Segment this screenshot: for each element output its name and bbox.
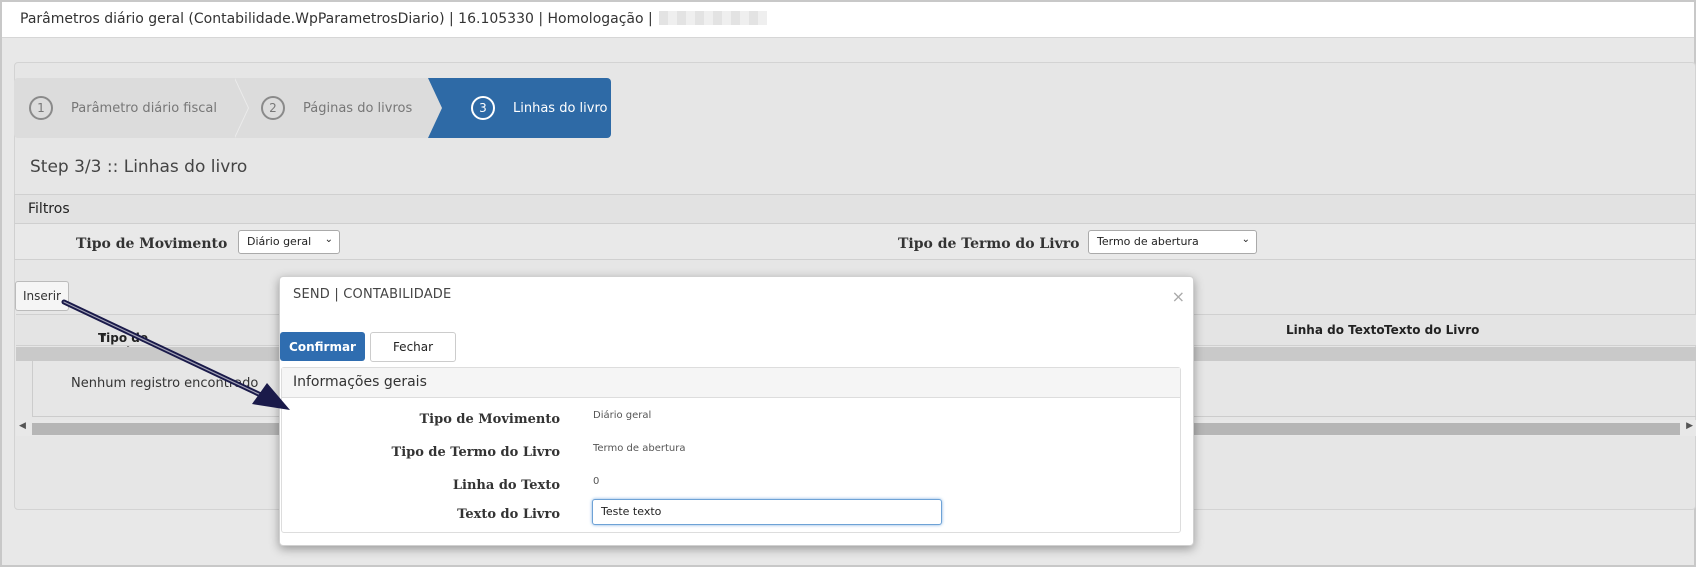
field-linha-texto-value: 0	[593, 476, 600, 487]
filter-tipo-termo-value: Termo de abertura	[1097, 235, 1199, 248]
step-title: Step 3/3 :: Linhas do livro	[30, 157, 248, 177]
filter-tipo-movimento-label: Tipo de Movimento	[76, 236, 228, 252]
field-tipo-movimento-value: Diário geral	[593, 410, 652, 421]
step-separator	[428, 78, 442, 138]
field-texto-livro-label: Texto do Livro	[457, 507, 560, 522]
step-number-1: 1	[29, 96, 53, 120]
field-tipo-termo-value: Termo de abertura	[593, 443, 686, 454]
step-separator	[234, 78, 248, 138]
filter-tipo-movimento-value: Diário geral	[247, 235, 312, 248]
step-number-3: 3	[471, 96, 495, 120]
field-tipo-movimento-label: Tipo de Movimento	[419, 412, 561, 427]
wizard-step-2[interactable]: 2 Páginas do livros	[234, 78, 444, 138]
field-linha-texto-label: Linha do Texto	[452, 478, 560, 493]
window-title: Parâmetros diário geral (Contabilidade.W…	[20, 11, 653, 27]
filter-tipo-termo-label: Tipo de Termo do Livro	[898, 236, 1080, 252]
filter-tipo-termo-select[interactable]: Termo de abertura ⌄	[1088, 230, 1257, 254]
step-label-3: Linhas do livro	[513, 100, 608, 116]
dialog: SEND | CONTABILIDADE × Confirmar Fechar …	[279, 276, 1194, 546]
close-button[interactable]: Fechar	[370, 332, 456, 362]
section-heading: Informações gerais	[282, 368, 1180, 398]
column-header-texto-livro[interactable]: Texto do Livro	[1384, 323, 1479, 337]
window-title-bar: Parâmetros diário geral (Contabilidade.W…	[2, 2, 1694, 38]
wizard-step-1[interactable]: 1 Parâmetro diário fiscal	[14, 78, 234, 138]
scroll-left-icon[interactable]: ◀	[19, 421, 26, 431]
wizard-step-3-active[interactable]: 3 Linhas do livro	[428, 78, 611, 138]
step-number-2: 2	[261, 96, 285, 120]
chevron-down-icon: ⌄	[324, 234, 333, 245]
step-label-2: Páginas do livros	[303, 100, 413, 116]
filter-tipo-movimento-select[interactable]: Diário geral ⌄	[238, 230, 340, 254]
step-label-1: Parâmetro diário fiscal	[71, 100, 217, 116]
chevron-down-icon: ⌄	[1241, 234, 1250, 245]
redacted-username	[658, 11, 767, 25]
annotation-arrow-icon	[61, 299, 290, 410]
field-tipo-termo-label: Tipo de Termo do Livro	[391, 445, 560, 460]
close-icon[interactable]: ×	[1172, 287, 1185, 306]
texto-livro-input[interactable]: Teste texto	[592, 499, 942, 525]
scroll-right-icon[interactable]: ▶	[1686, 421, 1693, 431]
filters-heading: Filtros	[15, 195, 1695, 224]
column-header-linha-texto[interactable]: Linha do Texto	[1286, 323, 1385, 337]
dialog-title: SEND | CONTABILIDADE	[293, 287, 452, 302]
